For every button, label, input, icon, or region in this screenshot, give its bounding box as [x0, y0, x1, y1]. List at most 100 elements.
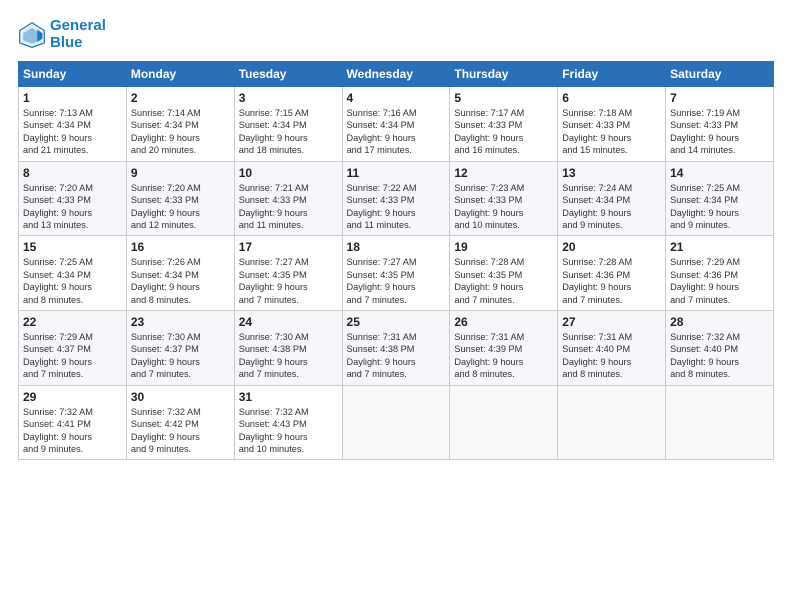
day-info: Sunrise: 7:14 AM Sunset: 4:34 PM Dayligh…	[131, 107, 230, 157]
calendar-cell: 18 Sunrise: 7:27 AM Sunset: 4:35 PM Dayli…	[342, 236, 450, 311]
day-number: 3	[239, 91, 338, 105]
calendar-cell	[342, 385, 450, 460]
calendar-cell	[558, 385, 666, 460]
weekday-header-monday: Monday	[126, 62, 234, 87]
calendar-cell: 15 Sunrise: 7:25 AM Sunset: 4:34 PM Dayli…	[19, 236, 127, 311]
day-number: 22	[23, 315, 122, 329]
day-info: Sunrise: 7:13 AM Sunset: 4:34 PM Dayligh…	[23, 107, 122, 157]
day-info: Sunrise: 7:24 AM Sunset: 4:34 PM Dayligh…	[562, 182, 661, 232]
day-info: Sunrise: 7:18 AM Sunset: 4:33 PM Dayligh…	[562, 107, 661, 157]
day-number: 6	[562, 91, 661, 105]
day-number: 29	[23, 390, 122, 404]
day-number: 23	[131, 315, 230, 329]
day-info: Sunrise: 7:30 AM Sunset: 4:37 PM Dayligh…	[131, 331, 230, 381]
day-info: Sunrise: 7:28 AM Sunset: 4:35 PM Dayligh…	[454, 256, 553, 306]
header: General Blue	[18, 18, 774, 51]
calendar-cell	[450, 385, 558, 460]
calendar-cell: 8 Sunrise: 7:20 AM Sunset: 4:33 PM Daylig…	[19, 161, 127, 236]
calendar-week-row: 15 Sunrise: 7:25 AM Sunset: 4:34 PM Dayli…	[19, 236, 774, 311]
calendar-cell: 21 Sunrise: 7:29 AM Sunset: 4:36 PM Dayli…	[666, 236, 774, 311]
calendar-cell: 10 Sunrise: 7:21 AM Sunset: 4:33 PM Dayli…	[234, 161, 342, 236]
calendar-cell: 23 Sunrise: 7:30 AM Sunset: 4:37 PM Dayli…	[126, 311, 234, 386]
day-number: 4	[347, 91, 446, 105]
day-number: 12	[454, 166, 553, 180]
day-number: 1	[23, 91, 122, 105]
day-info: Sunrise: 7:29 AM Sunset: 4:37 PM Dayligh…	[23, 331, 122, 381]
day-info: Sunrise: 7:21 AM Sunset: 4:33 PM Dayligh…	[239, 182, 338, 232]
weekday-header-friday: Friday	[558, 62, 666, 87]
day-number: 19	[454, 240, 553, 254]
day-number: 26	[454, 315, 553, 329]
calendar-cell: 9Sunrise: 7:20 AM Sunset: 4:33 PM Daylig…	[126, 161, 234, 236]
calendar-cell: 27Sunrise: 7:31 AM Sunset: 4:40 PM Dayli…	[558, 311, 666, 386]
calendar-cell: 29 Sunrise: 7:32 AM Sunset: 4:41 PM Dayli…	[19, 385, 127, 460]
calendar-cell: 24Sunrise: 7:30 AM Sunset: 4:38 PM Dayli…	[234, 311, 342, 386]
day-info: Sunrise: 7:31 AM Sunset: 4:40 PM Dayligh…	[562, 331, 661, 381]
calendar-week-row: 1 Sunrise: 7:13 AM Sunset: 4:34 PM Daylig…	[19, 87, 774, 162]
day-info: Sunrise: 7:28 AM Sunset: 4:36 PM Dayligh…	[562, 256, 661, 306]
day-info: Sunrise: 7:15 AM Sunset: 4:34 PM Dayligh…	[239, 107, 338, 157]
calendar-cell: 5Sunrise: 7:17 AM Sunset: 4:33 PM Daylig…	[450, 87, 558, 162]
day-number: 20	[562, 240, 661, 254]
calendar-cell: 25Sunrise: 7:31 AM Sunset: 4:38 PM Dayli…	[342, 311, 450, 386]
day-info: Sunrise: 7:25 AM Sunset: 4:34 PM Dayligh…	[670, 182, 769, 232]
calendar-cell: 6 Sunrise: 7:18 AM Sunset: 4:33 PM Daylig…	[558, 87, 666, 162]
day-number: 8	[23, 166, 122, 180]
calendar-cell: 1 Sunrise: 7:13 AM Sunset: 4:34 PM Daylig…	[19, 87, 127, 162]
day-number: 21	[670, 240, 769, 254]
calendar-week-row: 29 Sunrise: 7:32 AM Sunset: 4:41 PM Dayli…	[19, 385, 774, 460]
calendar-table: SundayMondayTuesdayWednesdayThursdayFrid…	[18, 61, 774, 460]
day-info: Sunrise: 7:20 AM Sunset: 4:33 PM Dayligh…	[23, 182, 122, 232]
day-info: Sunrise: 7:19 AM Sunset: 4:33 PM Dayligh…	[670, 107, 769, 157]
day-number: 2	[131, 91, 230, 105]
day-number: 14	[670, 166, 769, 180]
calendar-cell: 3 Sunrise: 7:15 AM Sunset: 4:34 PM Daylig…	[234, 87, 342, 162]
day-info: Sunrise: 7:32 AM Sunset: 4:41 PM Dayligh…	[23, 406, 122, 456]
calendar-cell: 7 Sunrise: 7:19 AM Sunset: 4:33 PM Daylig…	[666, 87, 774, 162]
day-info: Sunrise: 7:17 AM Sunset: 4:33 PM Dayligh…	[454, 107, 553, 157]
weekday-header-saturday: Saturday	[666, 62, 774, 87]
day-info: Sunrise: 7:16 AM Sunset: 4:34 PM Dayligh…	[347, 107, 446, 157]
calendar-cell: 12 Sunrise: 7:23 AM Sunset: 4:33 PM Dayli…	[450, 161, 558, 236]
day-number: 13	[562, 166, 661, 180]
calendar-cell: 14 Sunrise: 7:25 AM Sunset: 4:34 PM Dayli…	[666, 161, 774, 236]
calendar-cell: 17 Sunrise: 7:27 AM Sunset: 4:35 PM Dayli…	[234, 236, 342, 311]
day-info: Sunrise: 7:29 AM Sunset: 4:36 PM Dayligh…	[670, 256, 769, 306]
day-info: Sunrise: 7:25 AM Sunset: 4:34 PM Dayligh…	[23, 256, 122, 306]
day-number: 11	[347, 166, 446, 180]
day-info: Sunrise: 7:26 AM Sunset: 4:34 PM Dayligh…	[131, 256, 230, 306]
day-number: 10	[239, 166, 338, 180]
calendar-cell: 28 Sunrise: 7:32 AM Sunset: 4:40 PM Dayli…	[666, 311, 774, 386]
day-number: 25	[347, 315, 446, 329]
weekday-header-sunday: Sunday	[19, 62, 127, 87]
day-number: 7	[670, 91, 769, 105]
weekday-header-wednesday: Wednesday	[342, 62, 450, 87]
day-number: 9	[131, 166, 230, 180]
logo-text: General Blue	[50, 18, 106, 51]
calendar-cell: 2 Sunrise: 7:14 AM Sunset: 4:34 PM Daylig…	[126, 87, 234, 162]
day-info: Sunrise: 7:27 AM Sunset: 4:35 PM Dayligh…	[347, 256, 446, 306]
logo-general: General	[50, 17, 106, 34]
day-info: Sunrise: 7:31 AM Sunset: 4:39 PM Dayligh…	[454, 331, 553, 381]
calendar-cell: 30Sunrise: 7:32 AM Sunset: 4:42 PM Dayli…	[126, 385, 234, 460]
weekday-header-tuesday: Tuesday	[234, 62, 342, 87]
day-info: Sunrise: 7:32 AM Sunset: 4:42 PM Dayligh…	[131, 406, 230, 456]
day-number: 17	[239, 240, 338, 254]
logo: General Blue	[18, 18, 106, 51]
day-number: 24	[239, 315, 338, 329]
day-number: 31	[239, 390, 338, 404]
calendar-cell	[666, 385, 774, 460]
calendar-cell: 20 Sunrise: 7:28 AM Sunset: 4:36 PM Dayli…	[558, 236, 666, 311]
logo-icon	[18, 21, 46, 49]
day-info: Sunrise: 7:27 AM Sunset: 4:35 PM Dayligh…	[239, 256, 338, 306]
calendar-cell: 13 Sunrise: 7:24 AM Sunset: 4:34 PM Dayli…	[558, 161, 666, 236]
weekday-header-thursday: Thursday	[450, 62, 558, 87]
logo-blue: Blue	[50, 34, 83, 51]
day-number: 15	[23, 240, 122, 254]
day-info: Sunrise: 7:32 AM Sunset: 4:40 PM Dayligh…	[670, 331, 769, 381]
day-number: 16	[131, 240, 230, 254]
day-info: Sunrise: 7:23 AM Sunset: 4:33 PM Dayligh…	[454, 182, 553, 232]
calendar-week-row: 8 Sunrise: 7:20 AM Sunset: 4:33 PM Daylig…	[19, 161, 774, 236]
day-number: 28	[670, 315, 769, 329]
day-number: 18	[347, 240, 446, 254]
